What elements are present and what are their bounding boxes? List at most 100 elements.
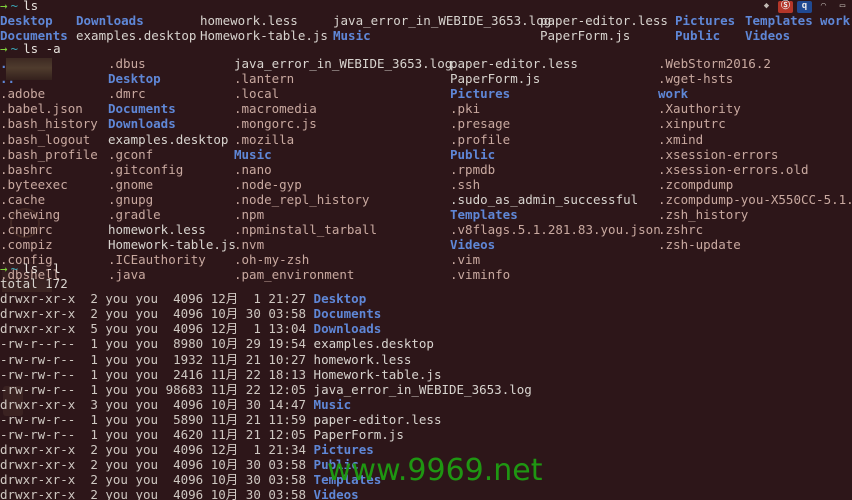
file-entry: .cache	[0, 191, 46, 207]
file-entry: .presage	[450, 116, 511, 132]
file-entry: Pictures	[675, 13, 736, 28]
file-metadata: 2 you you 4096 10月 30 03:58	[75, 457, 314, 473]
file-metadata: 3 you you 4096 10月 30 14:47	[75, 396, 314, 412]
file-entry: .mongorc.js	[234, 116, 317, 132]
battery-icon[interactable]: ▭	[835, 1, 850, 13]
file-entry: .nano	[234, 161, 272, 177]
file-entry: Templates	[745, 13, 813, 28]
prompt-line-ls-l: → ~ ls -l	[0, 261, 61, 276]
file-entry: .gconf	[108, 146, 154, 162]
file-entry: Pictures	[450, 86, 511, 102]
file-entry: .Xauthority	[658, 101, 741, 117]
file-entry: .java	[108, 267, 146, 283]
file-entry: .bash_profile	[0, 146, 98, 162]
file-entry: .cnpmrc	[0, 222, 53, 238]
file-metadata: 2 you you 4096 10月 30 03:58	[75, 472, 314, 488]
file-name: examples.desktop	[313, 336, 434, 352]
file-entry: .wget-hsts	[658, 71, 734, 87]
file-entry: .xsession-errors	[658, 146, 779, 162]
file-entry: java_error_in_WEBIDE_3653.log	[234, 56, 453, 71]
file-permissions: drwxr-xr-x	[0, 487, 76, 500]
file-permissions: drwxr-xr-x	[0, 457, 76, 473]
file-entry: .xsession-errors.old	[658, 161, 809, 177]
ls-l-row: drwxr-xr-x 2 you you 4096 12月 1 21:27 De…	[0, 291, 366, 306]
prompt-line-ls: → ~ ls	[0, 0, 38, 13]
file-metadata: 5 you you 4096 12月 1 13:04	[75, 321, 314, 337]
file-entry: homework.less	[200, 13, 298, 28]
file-entry: work	[820, 13, 851, 28]
file-entry: .zcompdump-you-X550CC-5.1.1	[658, 191, 852, 207]
file-permissions: drwxr-xr-x	[0, 396, 76, 412]
file-name: PaperForm.js	[313, 427, 404, 442]
ls-l-total: total 172	[0, 276, 68, 291]
file-entry: ..	[0, 71, 16, 87]
prompt-line-ls-a: → ~ ls -a	[0, 41, 61, 56]
file-entry: PaperForm.js	[540, 28, 631, 44]
file-entry: .rpmdb	[450, 161, 496, 177]
file-entry: Desktop	[0, 13, 53, 28]
file-entry: .node_repl_history	[234, 191, 370, 207]
file-metadata: 1 you you 8980 10月 29 19:54	[75, 336, 314, 352]
file-entry: .dmrc	[108, 86, 146, 102]
file-entry: .zcompdump	[658, 176, 734, 192]
file-entry: .macromedia	[234, 101, 317, 117]
file-entry: .xmind	[658, 131, 704, 147]
file-entry: .local	[234, 86, 280, 102]
ls-l-row: drwxr-xr-x 3 you you 4096 10月 30 14:47 M…	[0, 397, 351, 412]
file-metadata: 2 you you 4096 10月 30 03:58	[75, 306, 314, 322]
file-entry: Documents	[108, 101, 176, 117]
file-metadata: 2 you you 4096 12月 1 21:34	[75, 442, 314, 458]
qq-icon[interactable]: q	[797, 0, 812, 13]
command-ls: ls	[23, 0, 39, 13]
file-permissions: -rw-r--r--	[0, 336, 76, 352]
ls-l-row: drwxr-xr-x 2 you you 4096 12月 1 21:34 Pi…	[0, 442, 374, 457]
shadowsocks-icon[interactable]: Ⓢ	[778, 0, 793, 13]
file-permissions: -rw-rw-r--	[0, 381, 76, 397]
file-permissions: -rw-rw-r--	[0, 427, 76, 442]
file-entry: .WebStorm2016.2	[658, 56, 771, 71]
file-entry: .pam_environment	[234, 267, 355, 283]
file-entry: .gnupg	[108, 191, 154, 207]
ls-l-row: drwxr-xr-x 2 you you 4096 10月 30 03:58 T…	[0, 472, 381, 487]
file-permissions: drwxr-xr-x	[0, 321, 76, 337]
file-name: Documents	[313, 306, 382, 322]
prompt-cwd: ~	[10, 261, 19, 276]
system-tray: ◆ Ⓢq ◠ ▭	[759, 0, 852, 13]
file-entry: .ssh	[450, 176, 481, 192]
file-entry: .byteexec	[0, 176, 68, 192]
file-entry: .gnome	[108, 176, 154, 192]
file-name: Downloads	[313, 321, 382, 337]
file-entry: .bash_history	[0, 116, 98, 132]
file-entry: Templates	[450, 207, 518, 222]
file-entry: Videos	[450, 237, 496, 253]
ls-l-row: -rw-rw-r-- 1 you you 4620 11月 21 12:05 P…	[0, 427, 404, 442]
file-entry: .vim	[450, 252, 481, 268]
terminal-window[interactable]: ◆ Ⓢq ◠ ▭ → ~ ls Desktop Documents Downloads ex…	[0, 0, 852, 500]
ls-l-row: drwxr-xr-x 2 you you 4096 10月 30 03:58 P…	[0, 457, 359, 472]
file-name: Videos	[313, 487, 359, 500]
ls-l-row: -rw-rw-r-- 1 you you 98683 11月 22 12:05 …	[0, 382, 532, 397]
dropbox-icon[interactable]: ◆	[759, 1, 774, 13]
file-entry: Music	[234, 146, 272, 162]
prompt-arrow-icon: →	[0, 41, 8, 56]
file-metadata: 1 you you 4620 11月 21 12:05	[75, 427, 314, 442]
ls-l-row: drwxr-xr-x 5 you you 4096 12月 1 13:04 Do…	[0, 321, 381, 336]
file-entry: .zsh_history	[658, 207, 749, 222]
file-entry: Videos	[745, 28, 791, 44]
file-name: java_error_in_WEBIDE_3653.log	[313, 381, 532, 397]
file-entry: Public	[450, 146, 496, 162]
file-entry: .lantern	[234, 71, 295, 87]
wifi-icon[interactable]: ◠	[816, 1, 831, 13]
file-entry: homework.less	[108, 222, 206, 238]
file-name: homework.less	[313, 351, 412, 367]
file-entry: Public	[675, 28, 721, 44]
file-entry: .gradle	[108, 207, 161, 222]
file-name: paper-editor.less	[313, 411, 442, 427]
file-entry: .npminstall_tarball	[234, 222, 377, 238]
file-name: Music	[313, 396, 352, 412]
file-entry: .bashrc	[0, 161, 53, 177]
prompt-cwd: ~	[10, 0, 19, 13]
file-entry: .sudo_as_admin_successful	[450, 191, 639, 207]
file-entry: .bash_logout	[0, 131, 91, 147]
file-permissions: -rw-rw-r--	[0, 351, 76, 367]
